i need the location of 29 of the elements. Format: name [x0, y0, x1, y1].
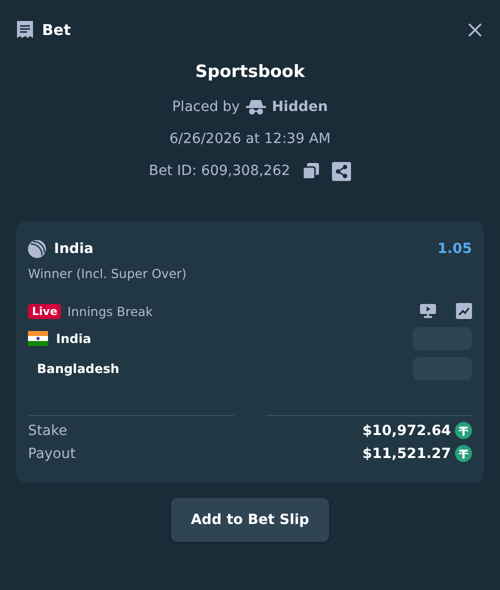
bet-id: Bet ID: 609,308,262	[148, 163, 290, 179]
add-to-bet-slip-button[interactable]: Add to Bet Slip	[170, 498, 330, 542]
total-label: Stake	[28, 422, 68, 438]
selection-team: India	[54, 241, 94, 257]
username: Hidden	[272, 99, 328, 115]
bet-source-title: Sportsbook	[195, 62, 305, 84]
live-stream-button[interactable]	[420, 304, 436, 318]
receipt-icon	[16, 20, 34, 40]
team-name: Bangladesh	[37, 360, 120, 376]
team-name: India	[56, 330, 92, 346]
dialog-title: Bet	[42, 21, 72, 39]
tether-coin-icon	[455, 422, 472, 439]
tether-coin-icon	[455, 445, 472, 462]
share-button[interactable]	[332, 162, 352, 180]
market-name: Winner (Incl. Super Over)	[28, 266, 188, 281]
match-status: Innings Break	[67, 304, 154, 318]
odds-value: 1.05	[437, 241, 472, 257]
close-button[interactable]	[466, 21, 484, 39]
placed-by-label: Placed by	[172, 99, 240, 115]
total-amount: $11,521.27	[362, 446, 451, 462]
total-amount: $10,972.64	[362, 422, 451, 438]
bet-datetime: 6/26/2026 at 12:39 AM	[169, 130, 331, 149]
flag-icon	[28, 330, 48, 346]
live-badge: Live	[28, 304, 62, 318]
total-label: Payout	[28, 446, 77, 462]
copy-button[interactable]	[302, 162, 320, 180]
stats-button[interactable]	[456, 303, 472, 319]
cricket-ball-icon	[28, 240, 46, 258]
incognito-icon	[246, 99, 266, 115]
